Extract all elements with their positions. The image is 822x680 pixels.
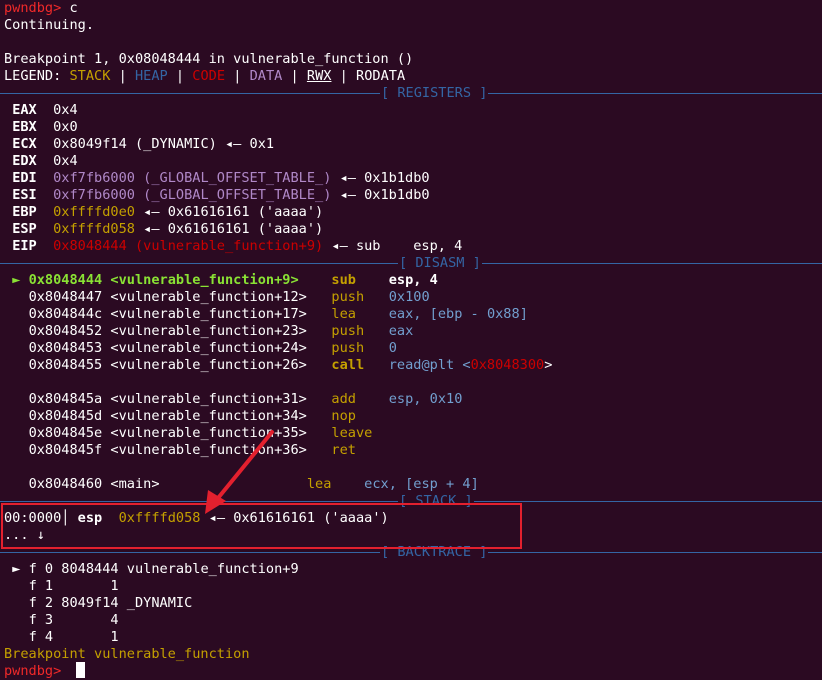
annotation-arrow-icon — [205, 430, 274, 514]
